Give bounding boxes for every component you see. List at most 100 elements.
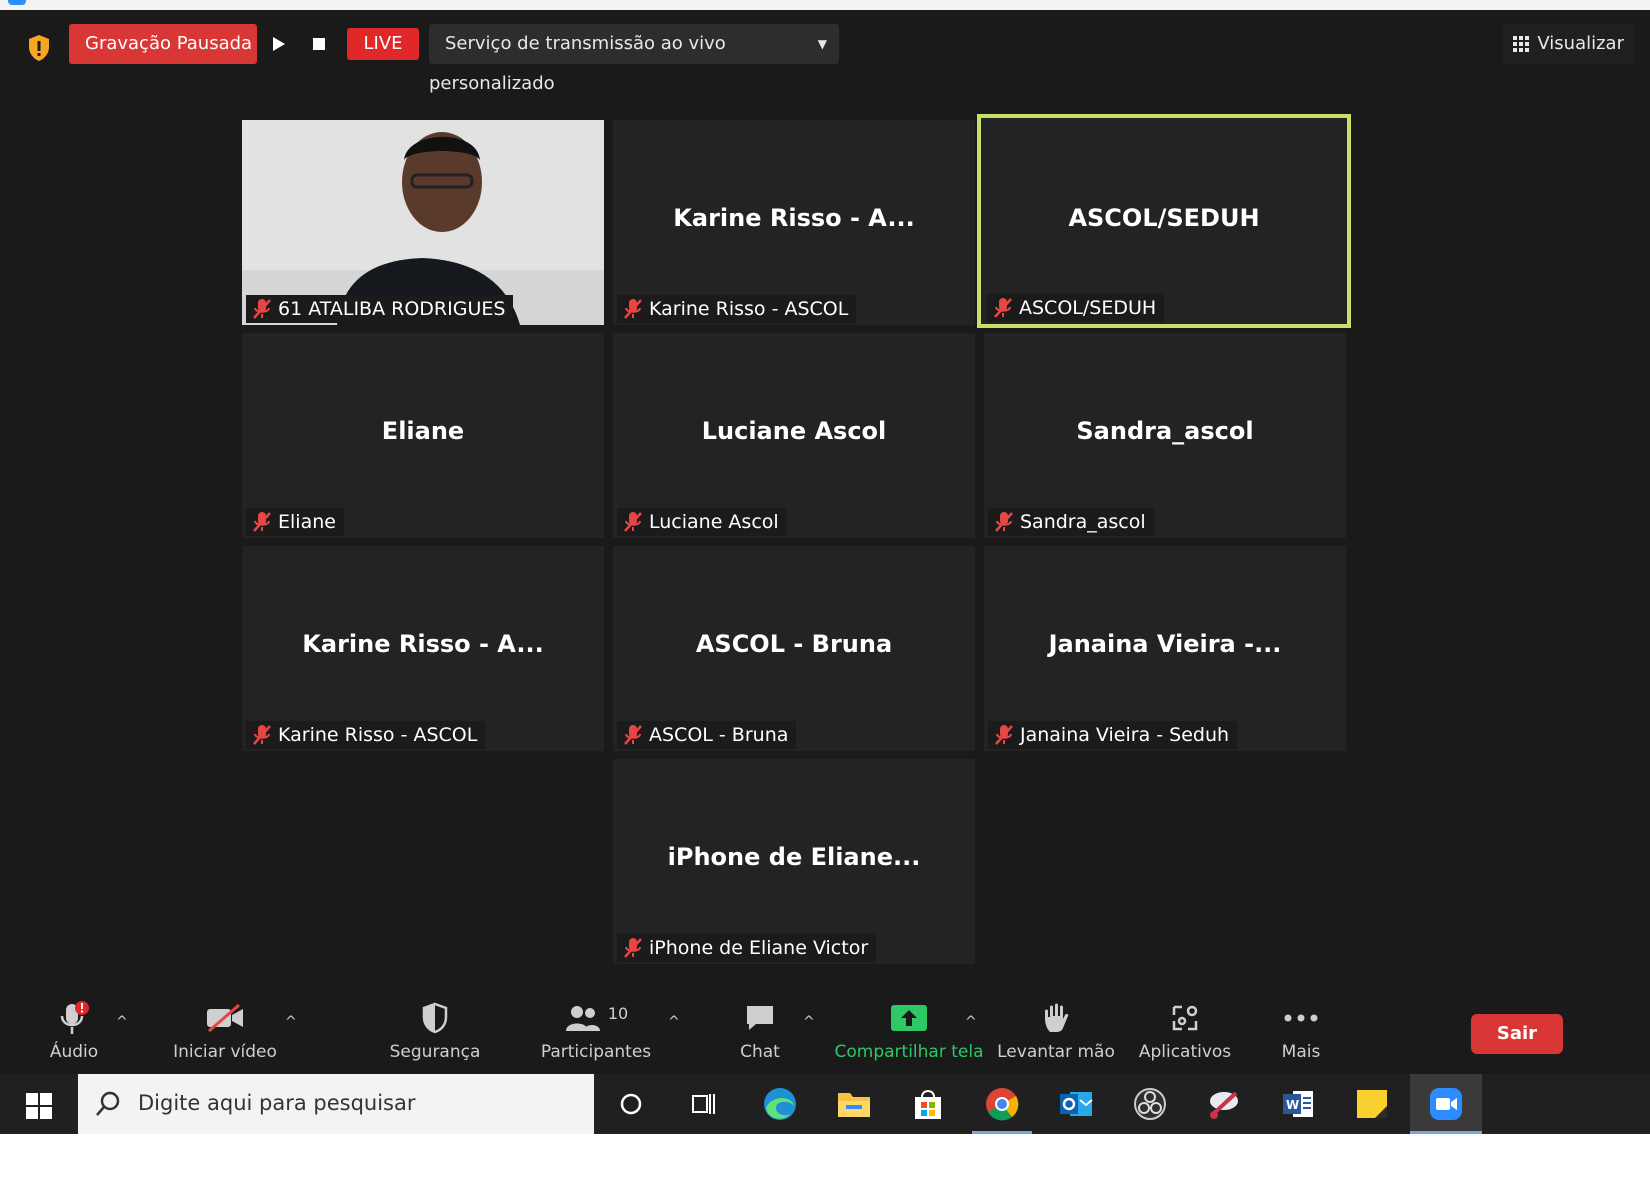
file-explorer-icon[interactable] — [834, 1086, 874, 1122]
participants-label: Participantes — [540, 1042, 652, 1062]
start-video-label: Iniciar vídeo — [173, 1042, 277, 1062]
participant-display-name: Sandra_ascol — [1076, 417, 1254, 445]
participant-name: ASCOL - Bruna — [649, 724, 789, 746]
security-shield-icon — [421, 1000, 449, 1036]
caret-down-icon: ▼ — [817, 37, 827, 51]
zoom-icon[interactable] — [1426, 1086, 1466, 1122]
live-badge: LIVE — [347, 28, 419, 60]
task-view-icon[interactable] — [611, 1086, 651, 1122]
obs-icon[interactable] — [1130, 1086, 1170, 1122]
participant-display-name: ASCOL - Bruna — [695, 630, 893, 658]
search-icon — [96, 1091, 120, 1116]
participants-button[interactable]: 10 Participantes — [541, 1000, 651, 1066]
participant-name-tag: Sandra_ascol — [988, 508, 1154, 536]
encryption-shield-icon[interactable] — [23, 32, 55, 64]
participant-tile-video[interactable]: 61 ATALIBA RODRIGUES — [242, 120, 604, 325]
chat-label: Chat — [740, 1042, 780, 1062]
stream-service-dropdown[interactable]: Serviço de transmissão ao vivo personali… — [429, 24, 839, 94]
resume-recording-icon[interactable] — [261, 24, 297, 64]
participant-name: Sandra_ascol — [1020, 511, 1146, 533]
participant-name-tag: ASCOL/SEDUH — [987, 294, 1165, 322]
chat-button[interactable]: Chat — [727, 1000, 793, 1066]
participant-name-tag: Eliane — [246, 508, 344, 536]
muted-mic-icon — [624, 512, 642, 532]
participant-display-name: Eliane — [381, 417, 465, 445]
muted-mic-icon — [995, 725, 1013, 745]
chat-bubble-icon — [744, 1000, 776, 1036]
participant-name-tag: ASCOL - Bruna — [617, 721, 797, 749]
more-button[interactable]: Mais — [1273, 1000, 1329, 1066]
app-corner-accent — [8, 0, 26, 5]
screenshot-bottom-margin — [0, 1134, 1650, 1190]
participant-name-tag: Janaina Vieira - Seduh — [988, 721, 1238, 749]
snipping-icon[interactable] — [1204, 1086, 1244, 1122]
apps-button[interactable]: Aplicativos — [1137, 1000, 1233, 1066]
raise-hand-button[interactable]: Levantar mão — [997, 1000, 1115, 1066]
share-screen-button[interactable]: Compartilhar tela — [835, 1000, 984, 1066]
participant-name: iPhone de Eliane Victor — [649, 937, 869, 959]
muted-mic-icon — [253, 299, 271, 319]
chrome-icon[interactable] — [982, 1086, 1022, 1122]
participant-name: Janaina Vieira - Seduh — [1020, 724, 1230, 746]
participant-name-tag: Karine Risso - ASCOL — [246, 721, 486, 749]
participant-tile[interactable]: Luciane Ascol Luciane Ascol — [613, 333, 975, 538]
participants-count: 10 — [607, 1003, 629, 1023]
start-video-button[interactable]: Iniciar vídeo — [173, 1000, 277, 1066]
participant-tile[interactable]: Eliane Eliane — [242, 333, 604, 538]
windows-start-icon[interactable] — [14, 1088, 64, 1124]
security-button[interactable]: Segurança — [389, 1000, 481, 1066]
participant-display-name: iPhone de Eliane... — [667, 843, 921, 871]
participant-name: Luciane Ascol — [649, 511, 779, 533]
apps-icon — [1170, 1000, 1200, 1036]
participant-display-name: Janaina Vieira -... — [1048, 630, 1282, 658]
windows-taskbar: Digite aqui para pesquisar W — [0, 1074, 1650, 1134]
apps-label: Aplicativos — [1138, 1042, 1232, 1062]
active-speaker-tile[interactable]: ASCOL/SEDUH ASCOL/SEDUH — [977, 114, 1351, 328]
participant-tile[interactable]: ASCOL - Bruna ASCOL - Bruna — [613, 546, 975, 751]
muted-mic-icon — [624, 725, 642, 745]
more-label: Mais — [1281, 1042, 1321, 1062]
participant-tile[interactable]: Karine Risso - A... Karine Risso - ASCOL — [613, 120, 975, 325]
share-options-caret-icon[interactable]: ^ — [965, 1014, 977, 1030]
muted-mic-icon — [253, 512, 271, 532]
participant-tile[interactable]: Sandra_ascol Sandra_ascol — [984, 333, 1346, 538]
participant-name-tag: iPhone de Eliane Victor — [617, 934, 877, 962]
participant-name: Eliane — [278, 511, 336, 533]
view-button[interactable]: Visualizar — [1503, 24, 1634, 64]
participants-options-caret-icon[interactable]: ^ — [668, 1014, 680, 1030]
participant-display-name: Karine Risso - A... — [302, 630, 544, 658]
video-off-icon — [205, 1000, 245, 1036]
edge-icon[interactable] — [760, 1086, 800, 1122]
participant-tile[interactable]: Janaina Vieira -... Janaina Vieira - Sed… — [984, 546, 1346, 751]
taskbar-search-box[interactable]: Digite aqui para pesquisar — [78, 1074, 594, 1134]
participant-tile[interactable]: iPhone de Eliane... iPhone de Eliane Vic… — [613, 759, 975, 964]
raise-hand-icon — [1042, 1000, 1070, 1036]
chat-options-caret-icon[interactable]: ^ — [803, 1014, 815, 1030]
outlook-icon[interactable] — [1056, 1086, 1096, 1122]
store-icon[interactable] — [908, 1086, 948, 1122]
video-options-caret-icon[interactable]: ^ — [285, 1014, 297, 1030]
view-label: Visualizar — [1537, 33, 1624, 54]
stream-service-label: Serviço de transmissão ao vivo personali… — [429, 33, 726, 94]
word-icon[interactable]: W — [1278, 1086, 1318, 1122]
participant-name-tag: Karine Risso - ASCOL — [617, 295, 857, 323]
audio-button[interactable]: Áudio — [41, 1000, 107, 1066]
sticky-notes-icon[interactable] — [1352, 1086, 1392, 1122]
timeline-icon[interactable] — [684, 1086, 724, 1122]
participant-name: Karine Risso - ASCOL — [278, 724, 478, 746]
muted-mic-icon — [624, 299, 642, 319]
recording-status-badge: Gravação Pausada — [69, 24, 257, 64]
raise-hand-label: Levantar mão — [997, 1042, 1115, 1062]
muted-mic-icon — [253, 725, 271, 745]
stop-recording-icon[interactable] — [301, 24, 337, 64]
participants-icon: 10 — [564, 1000, 628, 1036]
share-screen-icon — [890, 1000, 928, 1036]
grid-icon — [1513, 36, 1530, 52]
audio-options-caret-icon[interactable]: ^ — [116, 1014, 128, 1030]
security-label: Segurança — [389, 1042, 481, 1062]
leave-meeting-button[interactable]: Sair — [1471, 1014, 1563, 1054]
participant-tile[interactable]: Karine Risso - A... Karine Risso - ASCOL — [242, 546, 604, 751]
muted-mic-icon — [994, 298, 1012, 318]
participant-display-name: Karine Risso - A... — [673, 204, 915, 232]
participant-name: ASCOL/SEDUH — [1019, 297, 1157, 319]
